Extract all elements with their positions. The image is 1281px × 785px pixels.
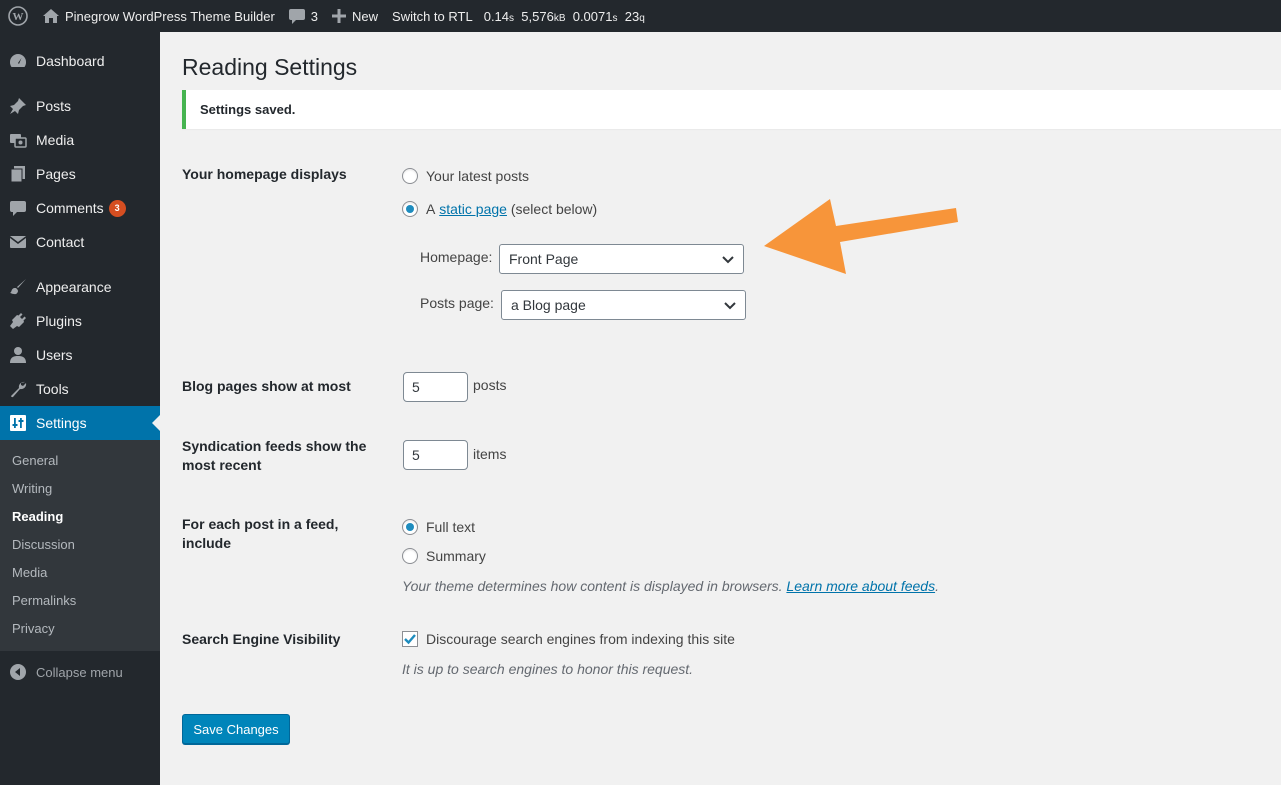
submenu-item-discussion[interactable]: Discussion — [0, 531, 160, 559]
stat-memory: 5,576kB — [521, 8, 566, 24]
sidebar-item-settings[interactable]: Settings — [0, 406, 160, 440]
admin-sidebar: Dashboard Posts Media Pages Comments 3 C… — [0, 32, 160, 785]
radio-static-page-control[interactable] — [402, 201, 418, 217]
radio-latest-posts-control[interactable] — [402, 168, 418, 184]
radio-latest-posts[interactable]: Your latest posts — [402, 168, 529, 184]
comment-icon — [288, 8, 305, 24]
submenu-item-general[interactable]: General — [0, 447, 160, 475]
submenu-item-writing[interactable]: Writing — [0, 475, 160, 503]
sidebar-item-plugins[interactable]: Plugins — [0, 304, 160, 338]
dashboard-icon — [9, 52, 27, 70]
syndication-input[interactable]: 5 — [403, 440, 468, 470]
annotation-arrow-icon — [764, 199, 958, 274]
comments-link[interactable]: 3 — [282, 0, 325, 32]
search-visibility-description: It is up to search engines to honor this… — [402, 661, 694, 677]
collapse-menu-button[interactable]: Collapse menu — [0, 655, 160, 689]
radio-static-page[interactable]: A static page (select below) — [402, 201, 597, 217]
submenu-item-media[interactable]: Media — [0, 559, 160, 587]
radio-summary-control[interactable] — [402, 548, 418, 564]
settings-icon — [9, 414, 27, 432]
save-changes-button[interactable]: Save Changes — [182, 714, 290, 744]
sidebar-item-media[interactable]: Media — [0, 123, 160, 157]
feed-include-label: For each post in a feed, include — [182, 516, 339, 551]
comments-count: 3 — [310, 8, 319, 24]
plug-icon — [9, 312, 27, 330]
page-title: Reading Settings — [182, 54, 358, 80]
new-label: New — [352, 8, 379, 24]
blog-pages-input[interactable]: 5 — [403, 372, 468, 402]
wordpress-logo-icon[interactable]: W — [0, 0, 36, 32]
homepage-select[interactable]: Front Page — [499, 244, 744, 274]
sidebar-item-posts[interactable]: Posts — [0, 89, 160, 123]
stat-time: 0.14s — [483, 8, 515, 24]
radio-full-text-control[interactable] — [402, 519, 418, 535]
posts-page-select[interactable]: a Blog page — [501, 290, 746, 320]
submenu-item-permalinks[interactable]: Permalinks — [0, 587, 160, 615]
mail-icon — [9, 233, 27, 251]
comments-count-badge: 3 — [108, 199, 126, 217]
admin-bar: W Pinegrow WordPress Theme Builder 3 New… — [0, 0, 1281, 32]
feed-description: Your theme determines how content is dis… — [402, 578, 939, 594]
stat-query-time: 0.0071s — [572, 8, 618, 24]
sidebar-item-pages[interactable]: Pages — [0, 157, 160, 191]
sidebar-item-users[interactable]: Users — [0, 338, 160, 372]
home-icon — [43, 9, 59, 23]
learn-more-feeds-link[interactable]: Learn more about feeds — [786, 578, 935, 594]
user-icon — [9, 346, 27, 364]
submenu-item-privacy[interactable]: Privacy — [0, 615, 160, 643]
brush-icon — [9, 278, 27, 296]
homepage-select-label: Homepage: — [420, 249, 493, 265]
chevron-down-icon — [723, 299, 737, 315]
chevron-down-icon — [721, 253, 735, 269]
blog-pages-label: Blog pages show at most — [182, 378, 351, 394]
settings-submenu: General Writing Reading Discussion Media… — [0, 440, 160, 651]
wrench-icon — [9, 380, 27, 398]
new-content-link[interactable]: New — [325, 0, 385, 32]
homepage-displays-label: Your homepage displays — [182, 166, 347, 182]
checkmark-icon — [404, 634, 416, 645]
sidebar-item-comments[interactable]: Comments 3 — [0, 191, 160, 225]
posts-page-select-label: Posts page: — [420, 295, 494, 311]
pin-icon — [9, 97, 27, 115]
comment-icon — [9, 199, 27, 217]
stat-queries: 23q — [624, 8, 645, 24]
blog-pages-unit: posts — [473, 377, 507, 393]
discourage-search-checkbox[interactable]: Discourage search engines from indexing … — [402, 631, 735, 647]
syndication-unit: items — [473, 446, 507, 462]
search-visibility-label: Search Engine Visibility — [182, 631, 341, 647]
sidebar-item-tools[interactable]: Tools — [0, 372, 160, 406]
sidebar-item-dashboard[interactable]: Dashboard — [0, 44, 160, 78]
radio-summary[interactable]: Summary — [402, 548, 486, 564]
syndication-label: Syndication feeds show the most recent — [182, 438, 367, 473]
pages-icon — [9, 165, 27, 183]
collapse-arrow-icon — [9, 663, 27, 681]
plus-icon — [332, 9, 347, 23]
media-icon — [9, 131, 27, 149]
submenu-item-reading[interactable]: Reading — [0, 503, 160, 531]
sidebar-item-appearance[interactable]: Appearance — [0, 270, 160, 304]
site-name: Pinegrow WordPress Theme Builder — [65, 8, 275, 24]
checkbox-control[interactable] — [402, 631, 418, 647]
radio-full-text[interactable]: Full text — [402, 519, 475, 535]
switch-rtl-link[interactable]: Switch to RTL — [385, 0, 480, 32]
static-page-link[interactable]: static page — [439, 201, 507, 217]
query-monitor-stats[interactable]: 0.14s 5,576kB 0.0071s 23q — [480, 0, 649, 32]
settings-saved-notice: Settings saved. — [182, 90, 1281, 129]
svg-text:W: W — [13, 11, 24, 23]
site-name-link[interactable]: Pinegrow WordPress Theme Builder — [36, 0, 282, 32]
sidebar-item-contact[interactable]: Contact — [0, 225, 160, 259]
main-content: Reading Settings Settings saved. Your ho… — [160, 32, 1281, 785]
